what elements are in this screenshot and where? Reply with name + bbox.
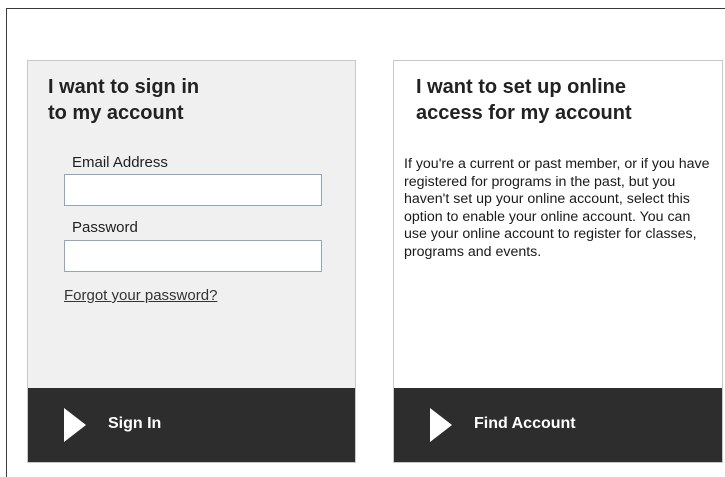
email-field[interactable] bbox=[64, 174, 322, 206]
setup-description: If you're a current or past member, or i… bbox=[404, 156, 710, 260]
password-label: Password bbox=[72, 219, 138, 236]
signin-title: I want to sign in to my account bbox=[48, 74, 308, 126]
play-icon bbox=[430, 408, 452, 442]
setup-title: I want to set up online access for my ac… bbox=[416, 74, 706, 126]
password-field[interactable] bbox=[64, 240, 322, 272]
email-label: Email Address bbox=[72, 154, 168, 171]
signin-title-line1: I want to sign in bbox=[48, 76, 200, 98]
find-account-button[interactable]: Find Account bbox=[394, 388, 722, 462]
sign-in-button-label: Sign In bbox=[108, 415, 162, 432]
find-account-button-label: Find Account bbox=[474, 415, 576, 432]
sign-in-button[interactable]: Sign In bbox=[28, 388, 355, 462]
page-frame: I want to sign in to my account Email Ad… bbox=[6, 8, 725, 477]
signin-card: I want to sign in to my account Email Ad… bbox=[27, 60, 356, 463]
setup-card: I want to set up online access for my ac… bbox=[393, 60, 723, 463]
setup-title-line2: access for my account bbox=[416, 102, 632, 124]
signin-title-line2: to my account bbox=[48, 102, 184, 124]
play-icon bbox=[64, 408, 86, 442]
forgot-password-link[interactable]: Forgot your password? bbox=[64, 287, 217, 304]
setup-title-line1: I want to set up online bbox=[416, 76, 626, 98]
